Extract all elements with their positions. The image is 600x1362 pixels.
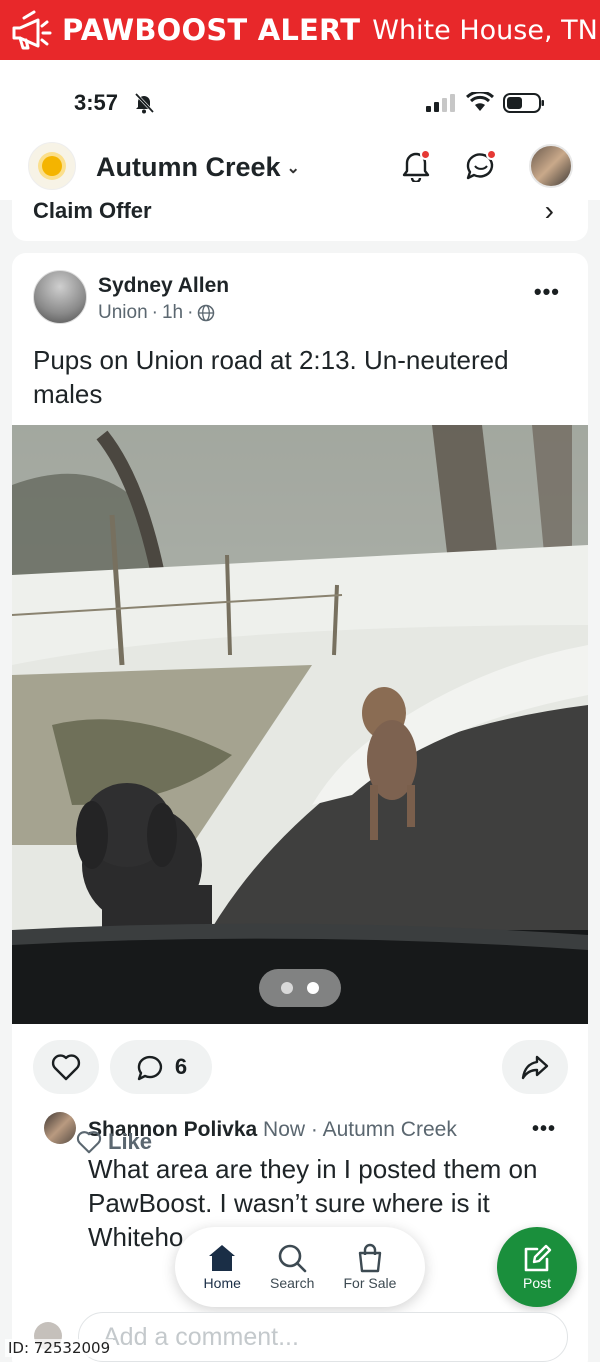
comment-neighborhood: Autumn Creek: [322, 1118, 457, 1141]
carousel-dot-active: [307, 982, 319, 994]
author-avatar[interactable]: [33, 270, 87, 324]
commenter-avatar[interactable]: [44, 1112, 76, 1144]
like-button[interactable]: [33, 1040, 99, 1094]
post-meta: Union · 1h ·: [98, 302, 215, 324]
comment-count: 6: [174, 1054, 188, 1079]
id-label: ID: 72532009: [5, 1339, 114, 1357]
bell-muted-icon: [134, 92, 155, 114]
comment-time: Now: [263, 1118, 306, 1141]
like-label: Like: [108, 1129, 153, 1154]
post-text: Pups on Union road at 2:13. Un-neutered …: [33, 345, 509, 409]
add-comment-placeholder: Add a comment...: [103, 1323, 299, 1351]
post-card: Sydney Allen Union · 1h · ••• Pups on Un…: [12, 253, 588, 1362]
carousel-indicator[interactable]: [259, 969, 341, 1007]
compose-icon: [524, 1244, 552, 1272]
neighborhood-name: Autumn Creek: [96, 152, 281, 182]
share-icon: [521, 1055, 549, 1080]
share-button[interactable]: [502, 1040, 568, 1094]
nav-search-label: Search: [270, 1275, 315, 1291]
bottom-nav: Home Search For Sale: [175, 1227, 425, 1307]
globe-icon: [198, 304, 215, 322]
wifi-icon: [466, 92, 494, 111]
dogs-on-snowy-road-image: [12, 425, 588, 1024]
claim-offer-card[interactable]: Claim Offer ›: [12, 195, 588, 241]
messages-icon[interactable]: [464, 148, 498, 187]
comment-like-button[interactable]: Like: [76, 1129, 152, 1155]
nav-search[interactable]: Search: [270, 1243, 314, 1291]
phone-screen: 3:57 Autumn Creek ⌄ Claim Offer › Sydney…: [0, 60, 600, 1362]
signal-icon: [426, 94, 455, 112]
nav-home-label: Home: [203, 1275, 241, 1291]
nav-for-sale-label: For Sale: [343, 1275, 397, 1291]
app-header: Autumn Creek ⌄: [0, 138, 600, 200]
alert-location: White House, TN: [372, 14, 598, 46]
comment-more-button[interactable]: •••: [532, 1118, 556, 1141]
nav-for-sale[interactable]: For Sale: [343, 1243, 396, 1291]
pawboost-alert-bar: PAWBOOST ALERT White House, TN: [0, 0, 600, 60]
status-time: 3:57: [74, 90, 119, 115]
neighborhood-switcher[interactable]: Autumn Creek ⌄: [96, 152, 300, 183]
heart-icon: [76, 1131, 102, 1154]
sun-logo-icon[interactable]: [28, 142, 76, 190]
battery-icon: [503, 93, 544, 113]
comment-icon: [137, 1055, 162, 1081]
chevron-down-icon: ⌄: [286, 159, 300, 177]
status-bar: 3:57: [0, 60, 600, 145]
post-photo[interactable]: [12, 425, 588, 1024]
new-post-label: Post: [522, 1275, 551, 1291]
post-time: 1h: [161, 302, 184, 323]
add-comment-input[interactable]: Add a comment...: [78, 1312, 568, 1362]
megaphone-icon: [12, 10, 52, 50]
search-icon: [278, 1244, 307, 1273]
home-icon: [209, 1245, 236, 1271]
post-author[interactable]: Sydney Allen: [98, 274, 229, 298]
chevron-right-icon: ›: [544, 195, 554, 226]
nav-home[interactable]: Home: [204, 1243, 241, 1291]
profile-avatar[interactable]: [529, 144, 573, 188]
notifications-icon[interactable]: [400, 148, 432, 187]
alert-brand: PAWBOOST ALERT: [62, 13, 361, 47]
carousel-dot: [281, 982, 293, 994]
claim-offer-label: Claim Offer: [33, 198, 152, 223]
comments-button[interactable]: 6: [110, 1040, 212, 1094]
post-location: Union: [98, 302, 148, 323]
heart-icon: [51, 1054, 81, 1081]
shopping-bag-icon: [358, 1243, 382, 1273]
post-more-button[interactable]: •••: [534, 279, 560, 305]
new-post-button[interactable]: Post: [497, 1227, 577, 1307]
